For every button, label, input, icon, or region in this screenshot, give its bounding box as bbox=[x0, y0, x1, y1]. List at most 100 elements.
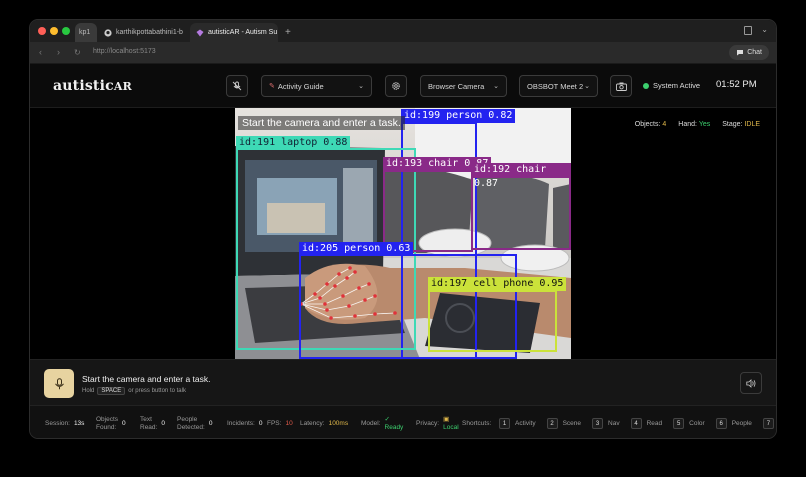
stat-label-line: Detected: bbox=[177, 423, 205, 431]
stat-label: People Detected: bbox=[177, 416, 205, 432]
tab-label: karthikpottabathini1-b bbox=[116, 29, 183, 36]
stat-value: 0 bbox=[258, 420, 263, 427]
new-tab-icon[interactable]: + bbox=[282, 23, 298, 42]
stage-stat: Stage: IDLE bbox=[722, 121, 760, 128]
stat-label: Objects Found: bbox=[96, 416, 118, 432]
prompt-message: Start the camera and enter a task. bbox=[82, 374, 211, 384]
tab-label: autisticAR - Autism Su bbox=[208, 29, 278, 36]
shortcut-key-4[interactable]: 4 bbox=[630, 418, 642, 429]
stat-value: 0 bbox=[208, 420, 213, 427]
stat-label: Privacy: bbox=[416, 420, 440, 427]
logo: autisticAR bbox=[53, 78, 132, 94]
sidebar-toggle-icon[interactable] bbox=[744, 26, 752, 35]
camera-source-select[interactable]: Browser Camera ⌄ bbox=[420, 75, 507, 97]
settings-button[interactable] bbox=[385, 75, 407, 97]
stat-label: Model: bbox=[361, 420, 381, 427]
system-status: System Active bbox=[643, 81, 700, 90]
detection-label: id:191 laptop 0.88 bbox=[236, 136, 351, 150]
chat-icon bbox=[737, 50, 744, 56]
minimize-window-dot[interactable] bbox=[50, 27, 58, 35]
voice-prompt-bar: Start the camera and enter a task. Hold … bbox=[30, 359, 776, 405]
detection-label: id:197 cell phone 0.95 bbox=[428, 277, 567, 291]
back-icon[interactable]: ‹ bbox=[39, 47, 42, 57]
stat-value: Yes bbox=[698, 121, 711, 128]
close-window-dot[interactable] bbox=[38, 27, 46, 35]
chat-label: Chat bbox=[747, 49, 762, 56]
shortcut-label: People bbox=[731, 420, 752, 427]
shortcut-list: 1 Activity 2 Scene 3 Nav 4 Read 5 Color … bbox=[499, 406, 776, 438]
model-status: ✓ Ready bbox=[385, 416, 404, 432]
hand-stat: Hand: Yes bbox=[678, 121, 710, 128]
video-overlay-text: Start the camera and enter a task. bbox=[238, 116, 405, 130]
forward-icon[interactable]: › bbox=[57, 47, 60, 57]
stat-value: 0 bbox=[161, 420, 165, 427]
stat-label-line: Text bbox=[140, 415, 152, 423]
speaker-button[interactable] bbox=[740, 372, 762, 394]
stat-label: Shortcuts: bbox=[462, 420, 492, 427]
camera-icon bbox=[615, 82, 627, 91]
shortcut-key-1[interactable]: 1 bbox=[499, 418, 510, 429]
stat-label: Session: bbox=[45, 420, 70, 427]
shortcuts-stat: Shortcuts: bbox=[462, 406, 492, 438]
tab-autisticar[interactable]: autisticAR - Autism Su ✕ bbox=[190, 23, 278, 42]
activity-guide-select[interactable]: ✎ Activity Guide ⌄ bbox=[261, 75, 372, 97]
stat-label: FPS: bbox=[267, 420, 282, 427]
shortcut-label: Read bbox=[646, 420, 663, 427]
tab-github[interactable]: karthikpottabathini1-b bbox=[98, 23, 190, 42]
hint-prefix: Hold bbox=[82, 388, 95, 394]
stat-label: Text Read: bbox=[140, 416, 157, 432]
status-bar: Session: 13s Objects Found: 0 Text Read: 0… bbox=[30, 405, 776, 438]
detection-label: id:199 person 0.82 bbox=[401, 109, 516, 123]
stat-label: Hand: bbox=[678, 121, 697, 128]
activity-icon: ✎ bbox=[269, 83, 275, 90]
close-tab-icon[interactable]: ✕ bbox=[277, 28, 278, 37]
stat-label: Objects: bbox=[634, 121, 661, 128]
stat-value: 13s bbox=[73, 420, 85, 427]
latency-stat: Latency: 100ms bbox=[300, 406, 348, 438]
shortcut-key-5[interactable]: 5 bbox=[673, 418, 685, 429]
logo-main: autistic bbox=[53, 78, 114, 94]
shortcut-label: Scene bbox=[562, 420, 582, 427]
app-header: autisticAR ✎ Activity Guide ⌄ Browser Ca… bbox=[30, 64, 776, 108]
zoom-window-dot[interactable] bbox=[62, 27, 70, 35]
shortcut-key-2[interactable]: 2 bbox=[546, 418, 558, 429]
shortcut-key-3[interactable]: 3 bbox=[592, 418, 604, 429]
people-detected-stat: People Detected: 0 bbox=[177, 406, 213, 438]
main-view: id:199 person 0.82 id:191 laptop 0.88 id… bbox=[30, 108, 776, 359]
stat-value: 10 bbox=[285, 420, 293, 427]
space-key-badge: SPACE bbox=[97, 387, 126, 395]
tab-strip: kp1 karthikpottabathini1-b autisticAR - … bbox=[30, 20, 776, 42]
mic-off-icon bbox=[232, 81, 242, 91]
reload-icon[interactable]: ↻ bbox=[74, 48, 81, 57]
gear-icon bbox=[392, 82, 400, 90]
camera-device-select[interactable]: OBSBOT Meet 2 ⌄ bbox=[519, 75, 598, 97]
detection-box bbox=[383, 170, 473, 252]
mic-mute-button[interactable] bbox=[226, 75, 248, 97]
shortcut-label: Activity bbox=[515, 420, 536, 427]
session-stat: Session: 13s bbox=[45, 406, 85, 438]
system-status-label: System Active bbox=[653, 81, 701, 90]
camera-feed[interactable]: id:199 person 0.82 id:191 laptop 0.88 id… bbox=[235, 108, 571, 359]
text-read-stat: Text Read: 0 bbox=[140, 406, 165, 438]
talk-button[interactable] bbox=[44, 369, 74, 398]
capture-button[interactable] bbox=[610, 75, 632, 97]
shortcut-key-7[interactable]: 7 bbox=[762, 418, 774, 429]
chevron-down-icon[interactable]: ⌄ bbox=[761, 25, 768, 34]
stat-value: Ready bbox=[384, 423, 404, 431]
url-field[interactable]: http://localhost:5173 bbox=[93, 48, 156, 55]
stat-label: Incidents: bbox=[227, 420, 255, 427]
chat-button[interactable]: Chat bbox=[729, 45, 769, 60]
objects-stat: Objects: 4 bbox=[635, 121, 667, 128]
stat-label-line: Objects bbox=[96, 415, 119, 423]
check-icon: ✓ bbox=[384, 415, 390, 423]
shortcut-key-6[interactable]: 6 bbox=[715, 418, 727, 429]
incidents-stat: Incidents: 0 bbox=[227, 406, 263, 438]
stat-label-line: Read: bbox=[140, 423, 158, 431]
stat-label: Stage: bbox=[722, 121, 743, 128]
camera-device-label: OBSBOT Meet 2 bbox=[527, 81, 584, 91]
tab-group-kp1[interactable]: kp1 bbox=[75, 23, 97, 42]
favicon-icon bbox=[196, 29, 204, 37]
tab-label: kp1 bbox=[79, 29, 91, 36]
stat-label: Latency: bbox=[300, 420, 325, 427]
detection-stats: Objects: 4 Hand: Yes Stage: IDLE bbox=[635, 121, 760, 128]
